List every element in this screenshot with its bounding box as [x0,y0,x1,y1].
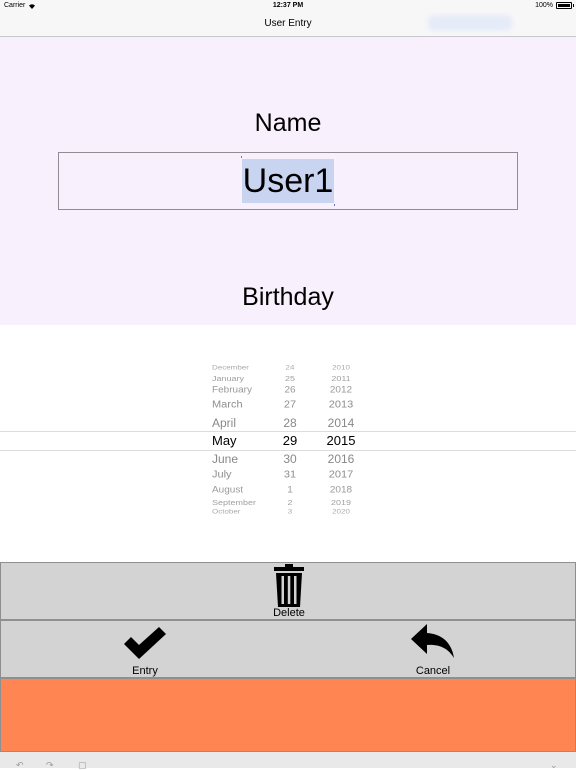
picker-month: August [212,485,244,496]
picker-month: September [212,497,257,507]
delete-button[interactable]: Delete [239,563,339,619]
delete-row: Delete [0,562,576,620]
picker-month: December [212,364,249,372]
selection-handle-end[interactable] [334,204,336,206]
entry-button[interactable]: Entry [95,621,195,677]
picker-day: 31 [283,469,297,481]
form-area: Name User1 Birthday [0,37,576,325]
name-label: Name [254,109,322,137]
battery-level [558,4,570,7]
picker-day: 1 [287,485,293,496]
picker-month: March [212,399,243,411]
accent-panel [0,678,576,752]
picker-day: 26 [284,385,296,396]
picker-year: 2012 [329,385,353,396]
picker-month: June [212,451,239,466]
picker-year: 2011 [331,373,351,383]
picker-year: 2016 [327,451,355,466]
reply-arrow-icon [411,624,454,658]
collapse-keyboard-icon[interactable]: ⌄ [550,761,558,770]
picker-day: 30 [283,451,297,466]
picker-day: 24 [285,364,295,372]
entry-button-label: Entry [132,665,158,677]
picker-day: 3 [287,508,293,516]
picker-year: 2017 [328,469,354,481]
battery-icon [556,2,574,9]
picker-year: 2018 [329,485,353,496]
picker-day: 2 [287,497,293,507]
status-bar: Carrier 12:37 PM 100% [0,0,576,12]
clipboard-icon[interactable]: ▢ [78,761,87,770]
name-input[interactable]: User1 [58,152,518,210]
picker-month: October [212,508,241,516]
checkmark-icon [124,627,166,659]
cancel-button-label: Cancel [415,665,451,677]
redo-icon[interactable]: ↷ [46,761,54,770]
battery-percent: 100% [535,2,553,9]
picker-year: 2015 [326,433,356,449]
picker-day: 28 [283,415,297,430]
picker-year: 2020 [332,508,350,516]
name-input-text: User1 [242,162,334,200]
trash-icon [274,564,304,607]
cancel-button[interactable]: Cancel [383,621,483,677]
picker-year: 2019 [330,497,352,507]
picker-month: April [212,415,237,430]
picker-selection-line-bottom [0,450,576,451]
picker-month: January [212,373,245,383]
action-row: Entry Cancel [0,620,576,678]
page-title: User Entry [264,18,312,29]
picker-year: 2010 [332,364,350,372]
picker-day: 29 [282,433,298,449]
picker-selection-line-top [0,431,576,432]
picker-month: May [212,433,237,449]
birthday-date-picker[interactable]: December 24 2010 January 25 2011 February 26 201… [0,325,576,557]
picker-year: 2014 [327,415,355,430]
picker-month: February [212,385,253,396]
birthday-label: Birthday [242,283,334,311]
status-time: 12:37 PM [272,2,304,9]
picker-month: July [212,469,232,481]
delete-button-label: Delete [273,607,305,619]
picker-day: 25 [284,373,295,383]
navigation-bar: User Entry [0,12,576,37]
status-right: 100% [535,2,574,9]
name-input-value: User1 [240,156,336,206]
picker-day: 27 [283,399,297,411]
selection-handle-start[interactable] [240,156,242,158]
bottom-toolbar: ↶ ↷ ▢ ⌄ [0,752,576,770]
undo-icon[interactable]: ↶ [16,761,24,770]
picker-year: 2013 [328,399,354,411]
